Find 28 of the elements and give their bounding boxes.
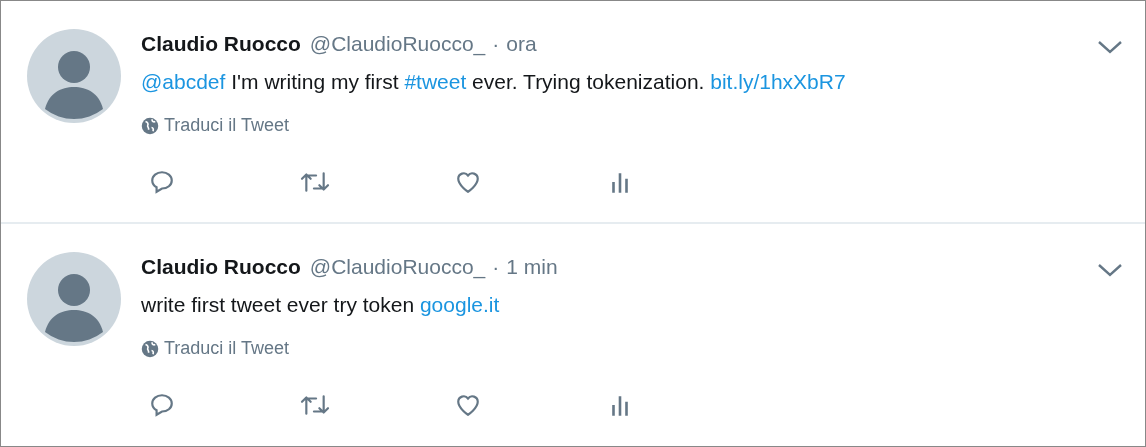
reply-icon[interactable]	[149, 392, 175, 418]
heart-icon[interactable]	[454, 169, 482, 195]
avatar[interactable]	[27, 29, 121, 123]
tweet-link[interactable]: bit.ly/1hxXbR7	[710, 70, 846, 93]
separator: ·	[492, 31, 500, 57]
tweet-text: @abcdef I'm writing my first #tweet ever. Trying tokenization. bit.ly/1hxXbR7	[141, 69, 847, 95]
tweet-link[interactable]: #tweet	[404, 70, 467, 93]
user-name[interactable]: Claudio Ruocco	[141, 250, 301, 284]
timestamp[interactable]: ora	[506, 27, 537, 61]
chevron-down-icon[interactable]	[1097, 262, 1123, 278]
chevron-down-icon[interactable]	[1097, 39, 1123, 55]
tweet-link[interactable]: google.it	[419, 293, 500, 316]
user-handle[interactable]: @ClaudioRuocco_	[309, 250, 486, 284]
globe-icon	[141, 116, 159, 135]
user-name[interactable]: Claudio Ruocco	[141, 27, 301, 61]
heart-icon[interactable]	[454, 392, 482, 418]
retweet-icon[interactable]	[299, 392, 331, 418]
reply-icon[interactable]	[149, 169, 175, 195]
timestamp[interactable]: 1 min	[506, 250, 558, 284]
separator: ·	[492, 254, 500, 280]
tweet-text: write first tweet ever try token google.it	[141, 292, 501, 318]
retweet-icon[interactable]	[299, 169, 331, 195]
user-handle[interactable]: @ClaudioRuocco_	[309, 27, 486, 61]
avatar[interactable]	[27, 252, 121, 346]
tweet-link[interactable]: @abcdef	[141, 70, 226, 93]
translate-link[interactable]: Traduci il Tweet	[141, 112, 290, 139]
translate-link[interactable]: Traduci il Tweet	[141, 335, 290, 362]
globe-icon	[141, 339, 159, 358]
